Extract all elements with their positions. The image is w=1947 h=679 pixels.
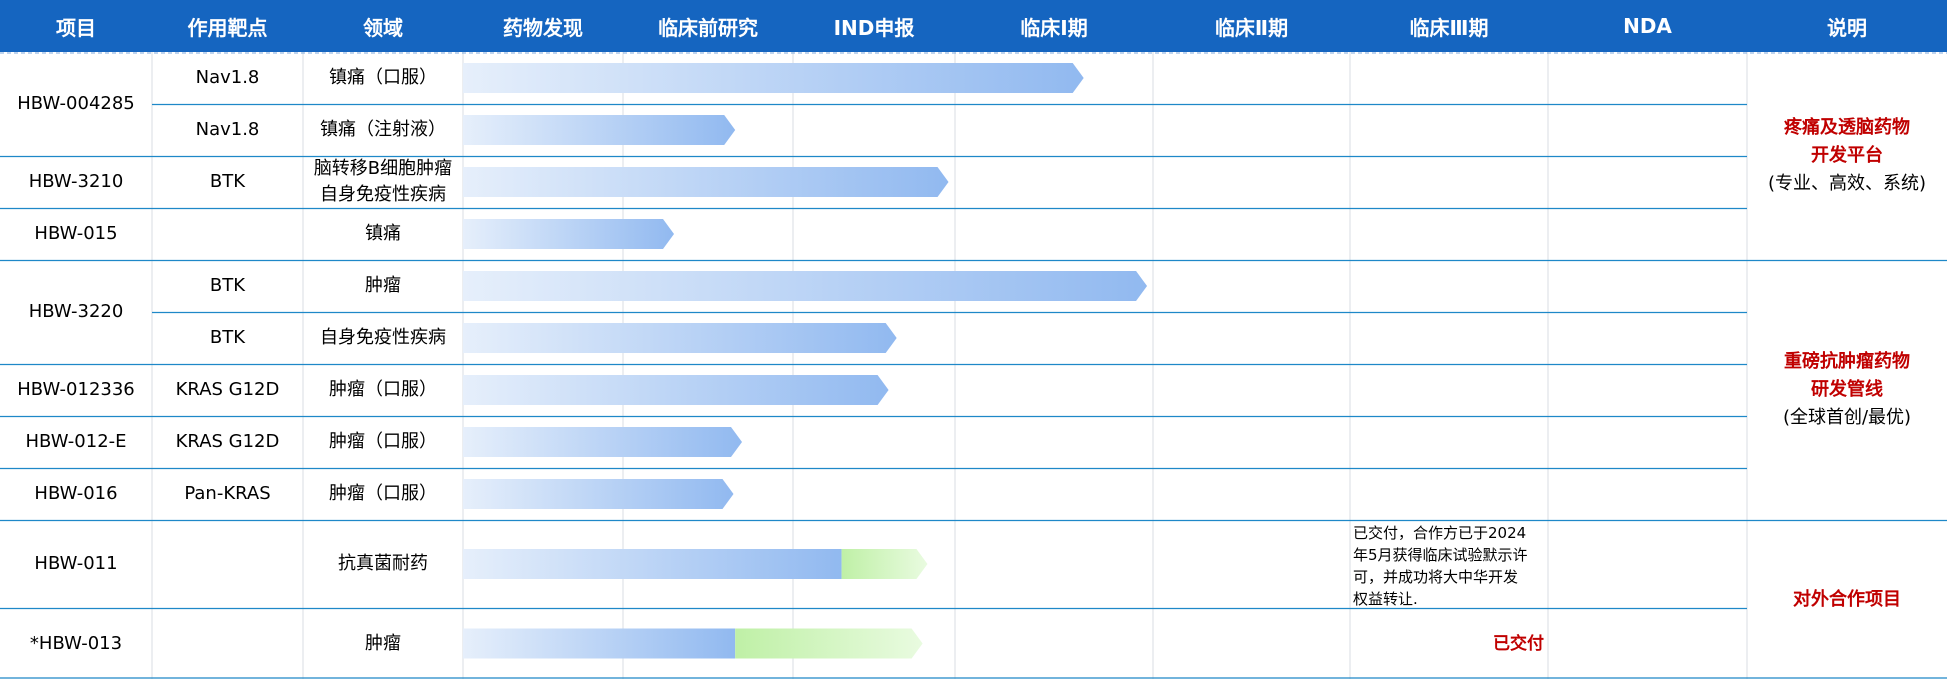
project-name-8: *HBW-013: [29, 632, 123, 654]
description-cell-0: 疼痛及透脑药物 开发平台 (专业、高效、系统): [1747, 52, 1947, 260]
project-name-5: HBW-012-E: [25, 431, 127, 452]
project-name-1: HBW-3210: [28, 171, 124, 192]
progress-bar-0: [463, 63, 1084, 93]
area-cell-6: 肿瘤（口服）: [303, 364, 463, 416]
description-line: 开发平台: [1811, 145, 1883, 166]
header-cell-4: 临床前研究: [658, 15, 758, 40]
target-cell-0: Nav1.8: [195, 67, 260, 88]
area-line: 抗真菌耐药: [338, 553, 428, 574]
area-cell-2: 脑转移B细胞肿瘤 自身免疫性疾病: [303, 156, 463, 208]
header-cell-8: 临床Ⅲ期: [1409, 15, 1489, 40]
progress-bar-5: [463, 323, 897, 353]
area-cell-7: 肿瘤（口服）: [303, 416, 463, 468]
description-cell-2: 对外合作项目: [1747, 520, 1947, 679]
target-cell-6: KRAS G12D: [175, 379, 280, 400]
annotation-line: 已交付，合作方已于2024: [1353, 524, 1527, 542]
project-name-0: HBW-004285: [17, 93, 135, 114]
area-line: 肿瘤（口服）: [329, 483, 437, 504]
header-cell-1: 作用靶点: [187, 15, 268, 40]
target-cell-2: BTK: [209, 171, 246, 192]
project-name-3: HBW-3220: [28, 301, 124, 322]
area-line: 脑转移B细胞肿瘤: [313, 158, 453, 179]
header-cell-3: 药物发现: [503, 15, 583, 40]
progress-bar-1: [463, 115, 736, 145]
annotation-1: 已交付: [1350, 608, 1544, 679]
annotation-line: 权益转让.: [1353, 590, 1418, 608]
area-cell-0: 镇痛（口服）: [303, 52, 463, 104]
description-line: 研发管线: [1811, 379, 1883, 400]
area-cell-8: 肿瘤（口服）: [303, 468, 463, 520]
description-cell-1: 重磅抗肿瘤药物 研发管线 (全球首创/最优): [1747, 260, 1947, 520]
area-line: 自身免疫性疾病: [320, 327, 446, 348]
pipeline-table: 项目 作用靶点 领域 药物发现 临床前研究 IND申报 临床Ⅰ期 临床Ⅱ期 临床Ⅲ期 NDA 说明 H…: [0, 0, 1947, 679]
target-cell-5: BTK: [209, 327, 246, 348]
progress-bar-partner-9: [841, 549, 928, 579]
target-cell-1: Nav1.8: [195, 119, 260, 140]
progress-bar-8: [463, 479, 734, 509]
progress-bar-6: [463, 375, 889, 405]
target-cell-4: BTK: [209, 275, 246, 296]
progress-bar-4: [463, 271, 1148, 301]
area-line: 镇痛: [365, 223, 401, 244]
area-line: 肿瘤（口服）: [329, 431, 437, 452]
description-line: (全球首创/最优): [1782, 407, 1912, 428]
area-line: 肿瘤: [365, 632, 401, 654]
header-cell-5: IND申报: [833, 15, 915, 40]
area-cell-4: 肿瘤: [303, 260, 463, 312]
description-line: 重磅抗肿瘤药物: [1784, 351, 1910, 372]
area-line: 镇痛（注射液）: [320, 119, 446, 140]
annotation-line: 年5月获得临床试验默示许: [1353, 546, 1528, 564]
description-line: 疼痛及透脑药物: [1784, 117, 1910, 138]
description-line: (专业、高效、系统): [1767, 173, 1927, 194]
project-name-2: HBW-015: [34, 223, 118, 244]
header-cell-6: 临床Ⅰ期: [1020, 15, 1088, 40]
project-name-4: HBW-012336: [17, 379, 135, 400]
area-line: 自身免疫性疾病: [320, 184, 446, 205]
annotation-line: 已交付: [1493, 633, 1544, 654]
area-line: 镇痛（口服）: [329, 67, 437, 88]
annotation-0: 已交付，合作方已于2024 年5月获得临床试验默示许 可，并成功将大中华开发 权益转让…: [1353, 522, 1545, 610]
header-cell-2: 领域: [363, 15, 403, 40]
project-name-7: HBW-011: [34, 553, 118, 574]
area-cell-1: 镇痛（注射液）: [303, 104, 463, 156]
area-cell-9: 抗真菌耐药: [303, 520, 463, 608]
description-line: 对外合作项目: [1793, 588, 1901, 610]
annotation-line: 可，并成功将大中华开发: [1353, 568, 1519, 586]
area-cell-3: 镇痛: [303, 208, 463, 260]
progress-bar-3: [463, 219, 674, 249]
area-line: 肿瘤: [365, 275, 401, 296]
header-cell-9: NDA: [1623, 14, 1672, 38]
area-cell-5: 自身免疫性疾病: [303, 312, 463, 364]
target-cell-8: Pan-KRAS: [184, 483, 271, 504]
header-cell-10: 说明: [1827, 15, 1867, 40]
progress-bar-2: [463, 167, 949, 197]
progress-bar-own-9: [463, 549, 842, 579]
progress-bar-own-10: [463, 628, 736, 659]
header-cell-0: 项目: [56, 15, 96, 40]
area-line: 肿瘤（口服）: [329, 379, 437, 400]
project-name-6: HBW-016: [34, 483, 118, 504]
target-cell-7: KRAS G12D: [175, 431, 280, 452]
header-cell-7: 临床Ⅱ期: [1214, 15, 1289, 40]
area-cell-10: 肿瘤: [303, 608, 463, 679]
progress-bar-7: [463, 427, 742, 457]
progress-bar-partner-10: [735, 628, 923, 659]
